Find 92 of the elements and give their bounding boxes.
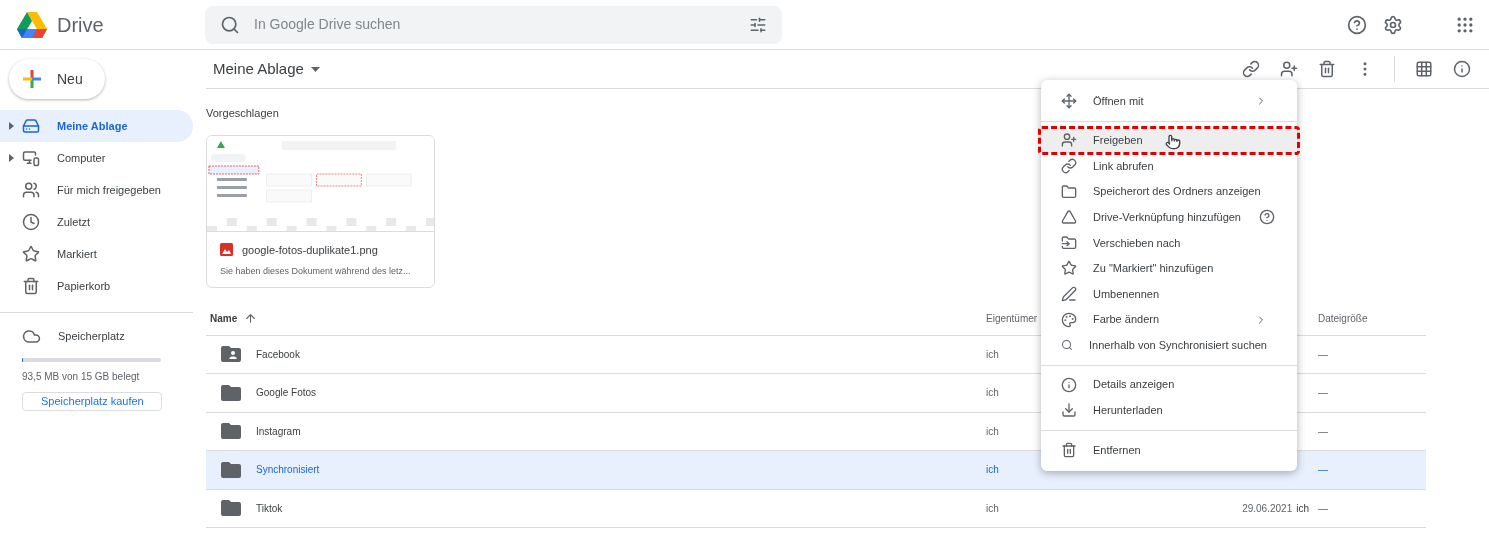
app-name: Drive [57,12,104,38]
add-person-icon [1061,132,1077,149]
image-file-icon [220,243,233,257]
sidebar-item[interactable]: Für mich freigegeben [0,174,193,206]
filter-icon[interactable] [749,15,767,34]
star-icon [22,245,40,263]
size-cell: — [1318,348,1328,360]
caret-icon [310,66,320,72]
file-description: Sie haben dieses Dokument während des letz... [220,265,412,278]
menu-item[interactable]: Details anzeigen [1041,371,1297,398]
column-header[interactable]: Eigentümer [986,310,1038,326]
menu-item[interactable]: Innerhalb von Synchronisiert suchen [1041,332,1297,358]
folder-icon [221,461,241,478]
hand-cursor-icon [1165,133,1181,150]
size-cell: — [1318,425,1328,437]
owner-cell: ich [986,464,999,476]
modified-by: ich [1296,501,1309,516]
file-row[interactable]: Tiktok ich 29.06.2021 ich — [206,489,1426,528]
file-name: Facebook [256,347,300,362]
trash-icon[interactable] [1318,60,1336,78]
link-icon[interactable] [1242,60,1260,78]
sort-arrow-icon[interactable] [244,311,258,325]
menu-item[interactable]: Zu "Markiert" hinzufügen [1041,255,1297,282]
column-header[interactable]: Name [210,310,238,326]
devices-icon [22,149,40,167]
menu-item[interactable]: Speicherort des Ordners anzeigen [1041,178,1297,205]
storage-usage: 93,5 MB von 15 GB belegt [22,370,141,384]
info-icon[interactable] [1453,60,1471,78]
trash-icon [1061,441,1077,458]
menu-item[interactable]: Öffnen mit [1041,88,1297,114]
help-icon[interactable] [1259,209,1275,226]
triangle-icon [1061,209,1077,226]
cloud-icon [22,327,41,346]
palette-icon [1061,311,1077,328]
clock-icon [22,213,40,231]
search-field[interactable]: In Google Drive suchen [254,14,735,35]
drive-logo-icon [17,11,47,38]
file-name: Tiktok [256,501,283,516]
drive-icon [22,117,40,135]
info-icon [1061,376,1077,393]
storage-label: Speicherplatz [58,329,125,345]
pen-icon [1061,285,1077,302]
owner-cell: ich [986,502,999,514]
help-icon[interactable] [1347,14,1367,35]
new-button[interactable]: Neu [9,59,105,99]
folder-icon [221,500,241,517]
menu-item[interactable]: Farbe ändern [1041,306,1297,333]
folder-icon [221,423,241,440]
file-name: Synchronisiert [256,463,320,478]
menu-item[interactable]: Verschieben nach [1041,229,1297,256]
move-arrows-icon [1061,92,1077,109]
expand-arrow-icon[interactable] [8,154,14,162]
column-header[interactable]: Dateigröße [1318,310,1368,326]
sidebar-item[interactable]: Papierkorb [0,270,193,302]
trash-icon [22,277,40,295]
file-name: google-fotos-duplikate1.png [242,242,378,258]
link-icon [1061,158,1077,174]
menu-item[interactable]: Freigeben [1041,127,1297,154]
menu-item[interactable]: Drive-Verknüpfung hinzufügen [1041,204,1297,230]
folder-title-dropdown[interactable]: Meine Ablage [206,57,320,81]
menu-item[interactable]: Umbenennen [1041,281,1297,307]
size-cell: — [1318,502,1328,514]
sidebar-item[interactable]: Computer [0,142,193,174]
size-cell: — [1318,387,1328,399]
owner-cell: ich [986,387,999,399]
search-icon [220,14,240,35]
file-name: Google Fotos [256,386,317,401]
file-name: Instagram [256,424,301,439]
search-bar[interactable]: In Google Drive suchen [205,5,782,44]
download-icon [1061,402,1077,419]
settings-icon[interactable] [1383,14,1403,35]
people-icon [22,181,40,199]
star-icon [1061,260,1077,277]
expand-arrow-icon[interactable] [8,122,14,130]
folder-icon [221,384,241,401]
menu-item[interactable]: Link abrufen [1041,153,1297,179]
sidebar-item[interactable]: Zuletzt [0,206,193,238]
owner-cell: ich [986,348,999,360]
shared-folder-icon [221,346,241,363]
size-cell: — [1318,464,1328,476]
add-person-icon[interactable] [1280,60,1298,78]
grid-view-icon[interactable] [1415,60,1433,78]
owner-cell: ich [986,425,999,437]
folder-icon [1061,183,1077,200]
plus-icon [23,70,41,88]
buy-storage-button[interactable]: Speicherplatz kaufen [22,392,162,411]
file-card[interactable]: google-fotos-duplikate1.png Sie haben dieses Dokument während des letz... [206,134,435,288]
sidebar-item[interactable]: Meine Ablage [0,110,193,142]
folder-move-icon [1061,234,1077,251]
section-heading: Vorgeschlagen [206,106,280,121]
sidebar-item[interactable]: Markiert [0,238,193,270]
modified-date: 29.06.2021 [1242,501,1293,516]
